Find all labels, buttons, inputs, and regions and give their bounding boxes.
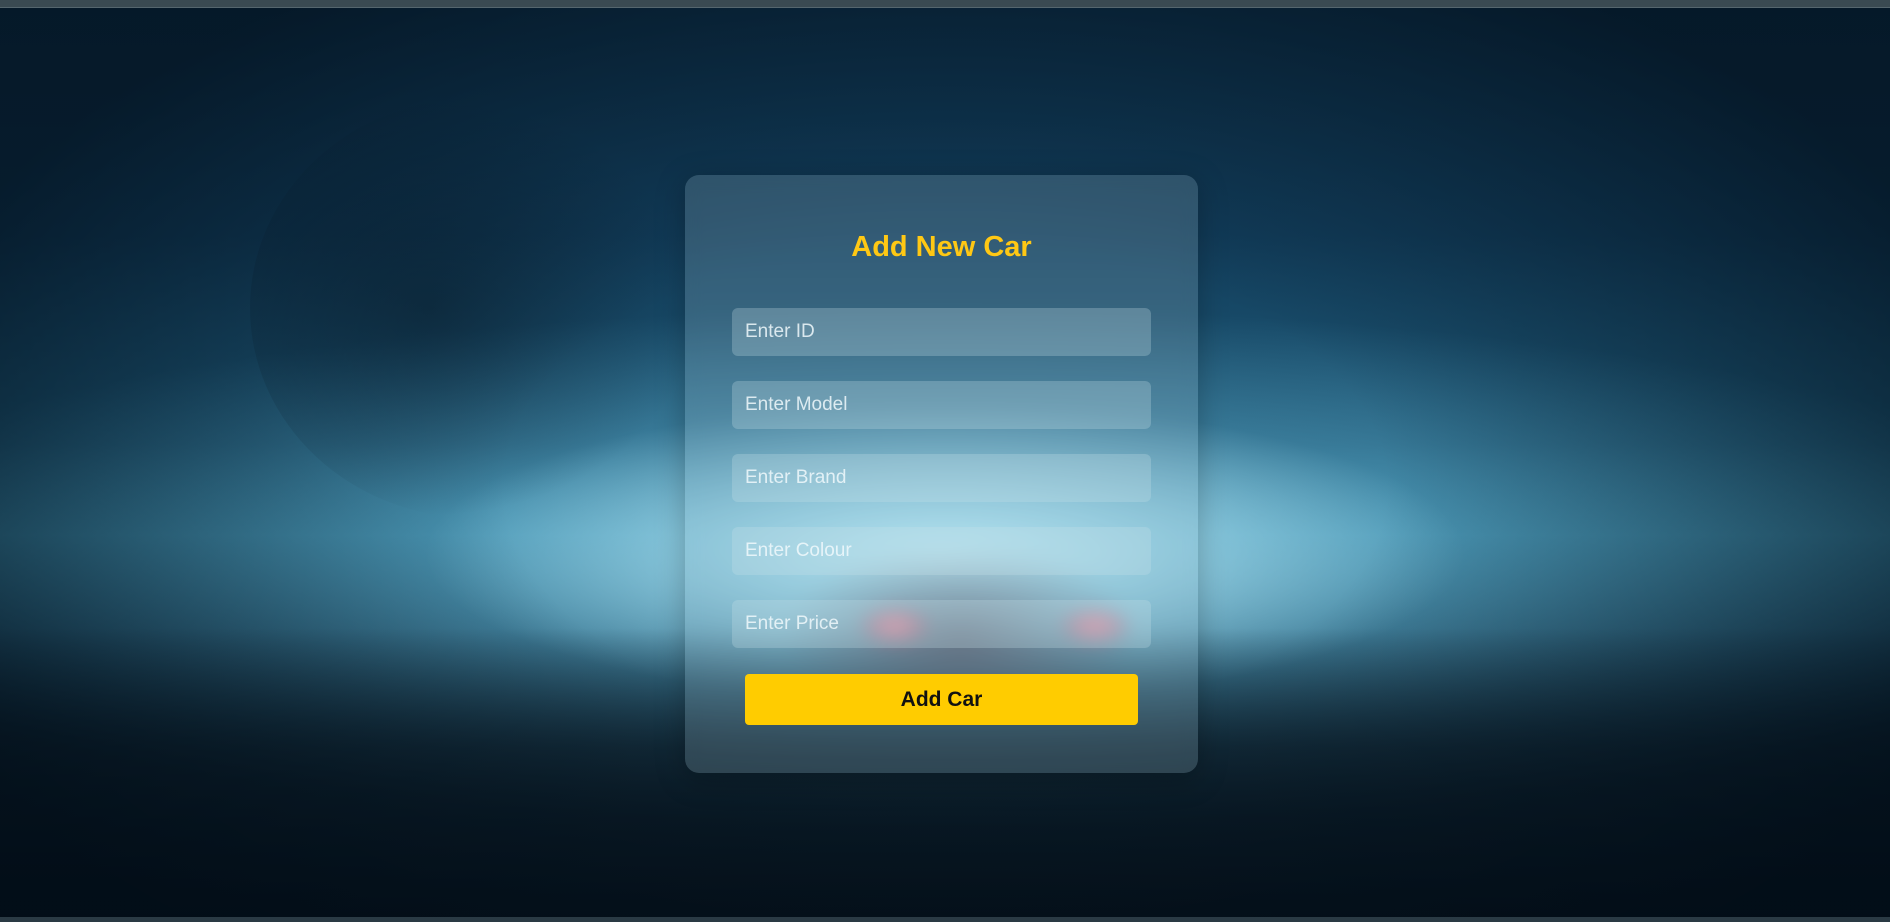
price-input[interactable] [732,600,1151,648]
id-input[interactable] [732,308,1151,356]
model-input[interactable] [732,381,1151,429]
window-top-bar [0,0,1890,8]
form-title: Add New Car [851,231,1032,263]
colour-input[interactable] [732,527,1151,575]
add-car-form-card: Add New Car Add Car [685,175,1198,773]
brand-input[interactable] [732,454,1151,502]
window-bottom-bar [0,917,1890,922]
add-car-button[interactable]: Add Car [745,674,1138,725]
